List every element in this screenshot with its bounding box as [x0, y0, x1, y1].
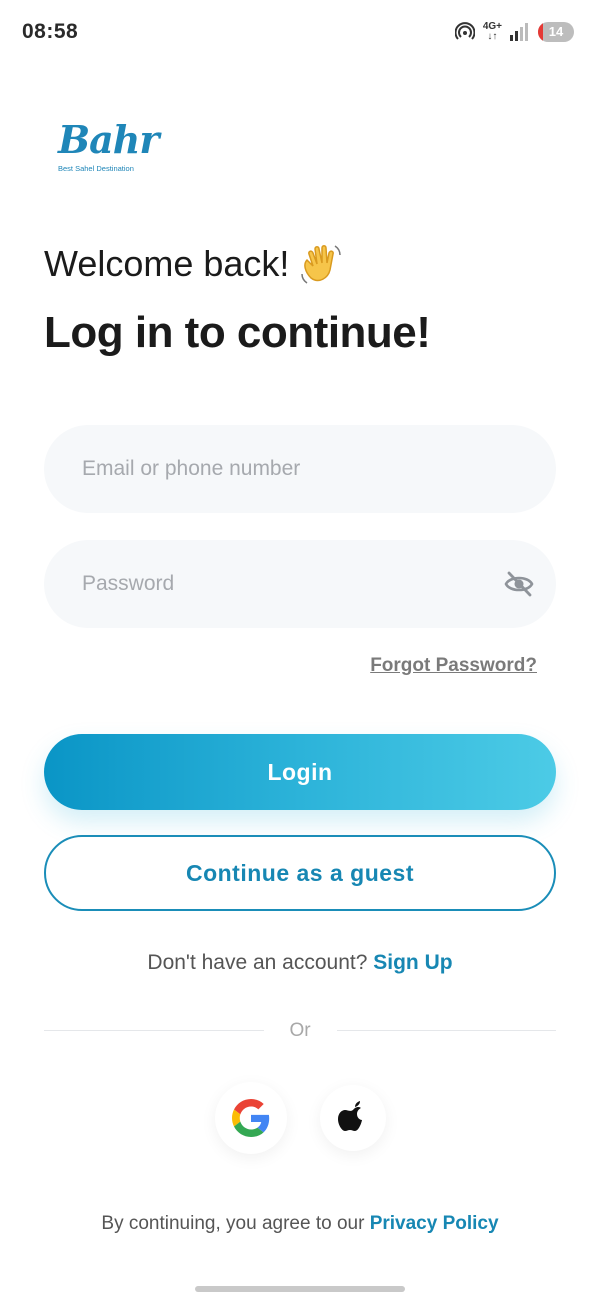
- eye-slash-icon[interactable]: [504, 570, 534, 598]
- status-time: 08:58: [22, 20, 79, 43]
- signal-icon: [510, 23, 528, 41]
- logo-tagline: Best Sahel Destination: [58, 164, 134, 173]
- logo-wordmark: Bahr: [58, 117, 159, 162]
- sign-up-link[interactable]: Sign Up: [373, 951, 452, 974]
- home-indicator[interactable]: [195, 1286, 405, 1292]
- welcome-text: Welcome back!: [44, 243, 290, 284]
- privacy-policy-link[interactable]: Privacy Policy: [370, 1213, 499, 1234]
- password-input[interactable]: [82, 540, 482, 628]
- apple-sign-in-button[interactable]: [320, 1085, 386, 1151]
- signup-prompt: Don't have an account? Sign Up: [0, 951, 600, 975]
- app-logo: Bahr Best Sahel Destination: [58, 118, 168, 180]
- google-sign-in-button[interactable]: [215, 1082, 287, 1154]
- status-bar: 08:58 4G+ ↓↑ 14: [0, 0, 600, 64]
- network-type: 4G+ ↓↑: [482, 21, 502, 42]
- terms-prefix: By continuing, you agree to our: [101, 1213, 365, 1234]
- signup-prompt-text: Don't have an account?: [147, 951, 368, 974]
- divider-right: [337, 1030, 556, 1031]
- status-icons: 4G+ ↓↑ 14: [454, 20, 574, 44]
- password-field-container: [44, 540, 556, 628]
- page-title: Log in to continue!: [44, 308, 431, 357]
- apple-icon: [338, 1101, 362, 1131]
- email-field-container: [44, 425, 556, 513]
- google-icon: [232, 1099, 270, 1137]
- continue-as-guest-button[interactable]: Continue as a guest: [44, 835, 556, 911]
- email-input[interactable]: [82, 425, 482, 513]
- divider-label: Or: [289, 1020, 311, 1041]
- hotspot-icon: [454, 22, 475, 40]
- forgot-password-link[interactable]: Forgot Password?: [370, 655, 537, 677]
- waving-hand-icon: [301, 245, 342, 284]
- terms-notice: By continuing, you agree to our Privacy …: [0, 1213, 600, 1235]
- login-button[interactable]: Login: [44, 734, 556, 810]
- welcome-heading: Welcome back!: [44, 240, 345, 288]
- battery-icon: 14: [538, 22, 574, 42]
